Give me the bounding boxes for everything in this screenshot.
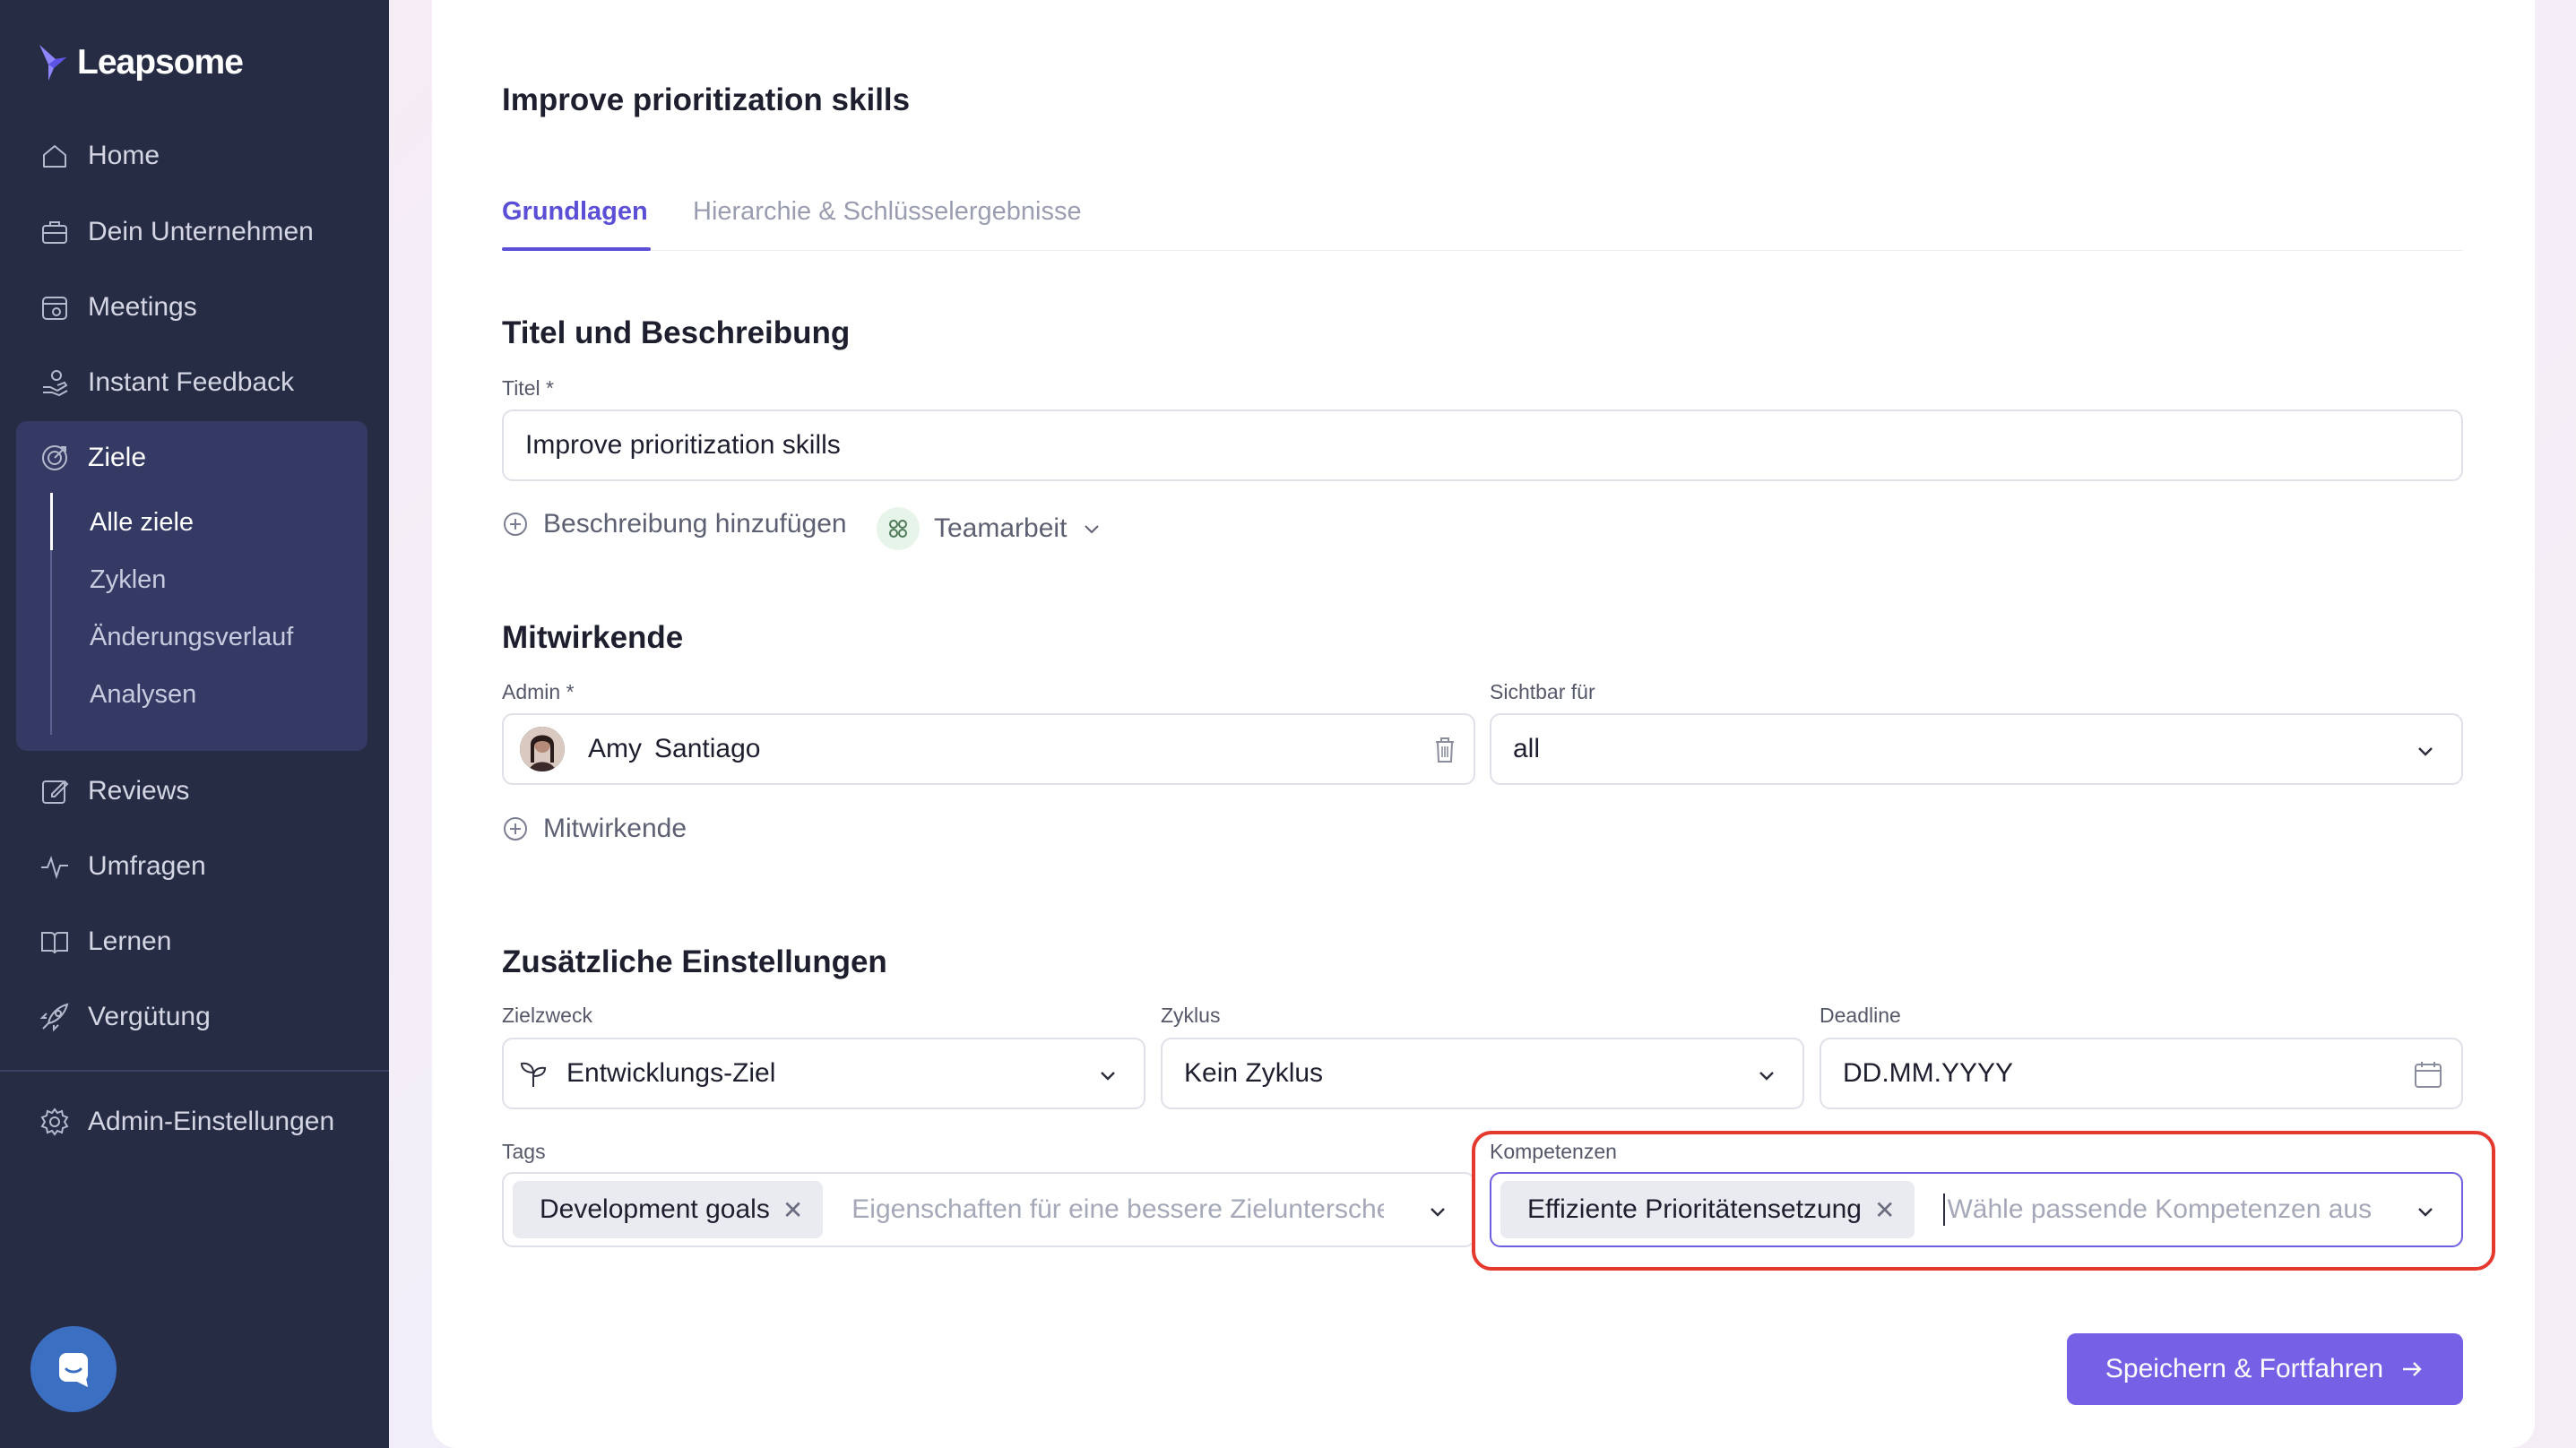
sidebar-item-company[interactable]: Dein Unternehmen — [39, 205, 314, 259]
submenu-active-marker — [50, 493, 53, 550]
add-description-label: Beschreibung hinzufügen — [543, 509, 847, 539]
target-icon — [42, 445, 67, 470]
sidebar-item-lernen[interactable]: Lernen — [39, 915, 171, 969]
meetings-icon — [42, 297, 67, 320]
section-title-extra-settings: Zusätzliche Einstellungen — [502, 944, 887, 979]
trash-icon[interactable] — [1431, 735, 1459, 765]
sidebar-item-label: Meetings — [88, 292, 197, 322]
feedback-hand-icon — [43, 370, 68, 397]
admin-input[interactable]: Amy Santiago — [502, 713, 1475, 785]
sidebar-item-label: Lernen — [88, 927, 172, 956]
section-title-contributors: Mitwirkende — [502, 620, 684, 655]
section-title-description: Titel und Beschreibung — [502, 315, 851, 350]
save-button-label: Speichern & Fortfahren — [2105, 1354, 2384, 1383]
add-description-link[interactable]: Beschreibung hinzufügen — [502, 509, 847, 539]
chevron-down-icon — [2418, 747, 2433, 756]
deadline-placeholder: DD.MM.YYYY — [1843, 1058, 2014, 1088]
title-input-value: Improve prioritization skills — [525, 430, 841, 460]
home-icon — [43, 145, 66, 168]
deadline-label: Deadline — [1820, 1004, 1901, 1027]
book-icon — [41, 932, 68, 954]
sidebar-item-label: Ziele — [88, 443, 147, 472]
sidebar-item-instant-feedback[interactable]: Instant Feedback — [39, 356, 294, 409]
save-continue-button[interactable]: Speichern & Fortfahren — [2067, 1333, 2463, 1405]
close-icon[interactable]: ✕ — [782, 1195, 803, 1225]
rocket-icon — [39, 1003, 69, 1032]
sidebar-item-label: Admin-Einstellungen — [88, 1107, 335, 1136]
tags-label: Tags — [502, 1140, 546, 1163]
sidebar-subitem-alle-ziele[interactable]: Alle ziele — [90, 500, 194, 545]
chevron-down-icon — [1759, 1072, 1774, 1081]
sidebar: Leapsome Home Dein Unternehmen Meetings … — [0, 0, 389, 1448]
visible-for-select[interactable]: all — [1490, 713, 2463, 785]
category-value: Teamarbeit — [934, 513, 1068, 543]
tab-grundlagen[interactable]: Grundlagen — [502, 197, 648, 227]
title-input[interactable]: Improve prioritization skills — [502, 409, 2463, 481]
sprout-icon — [520, 1062, 547, 1087]
edit-icon — [42, 780, 69, 804]
visible-for-label: Sichtbar für — [1490, 680, 1595, 703]
chat-support-button[interactable] — [30, 1326, 117, 1412]
teamwork-icon — [877, 507, 920, 550]
sidebar-item-verguetung[interactable]: Vergütung — [39, 990, 211, 1044]
tags-placeholder: Eigenschaften für eine bessere Zielunter… — [851, 1194, 1385, 1224]
sidebar-item-umfragen[interactable]: Umfragen — [39, 840, 206, 893]
chat-icon — [59, 1353, 88, 1387]
purpose-value: Entwicklungs-Ziel — [566, 1058, 776, 1088]
chevron-down-icon — [1085, 525, 1100, 534]
sidebar-item-home[interactable]: Home — [39, 129, 160, 183]
add-contributor-label: Mitwirkende — [543, 814, 687, 843]
gear-icon — [40, 1108, 69, 1136]
sidebar-subitem-aenderungsverlauf[interactable]: Änderungsverlauf — [90, 615, 293, 659]
tag-chip: Development goals ✕ — [513, 1181, 824, 1238]
leapsome-bird-icon — [39, 45, 66, 81]
active-tab-indicator — [502, 247, 651, 251]
calendar-icon[interactable] — [2413, 1059, 2443, 1090]
plus-circle-icon — [504, 513, 527, 536]
competencies-highlight-frame — [1472, 1131, 2495, 1271]
category-dropdown[interactable]: Teamarbeit — [877, 507, 1102, 550]
brand-name: Leapsome — [77, 43, 244, 82]
sidebar-item-label: Home — [88, 141, 160, 170]
cycle-select[interactable]: Kein Zyklus — [1161, 1038, 1804, 1109]
sidebar-item-admin-settings[interactable]: Admin-Einstellungen — [39, 1095, 334, 1149]
purpose-label: Zielzweck — [502, 1004, 592, 1027]
sidebar-item-reviews[interactable]: Reviews — [39, 764, 189, 818]
admin-first-name: Amy — [588, 734, 642, 763]
tag-chip-label: Development goals — [540, 1194, 770, 1224]
page-title: Improve prioritization skills — [502, 82, 911, 117]
chevron-down-icon — [1101, 1072, 1115, 1081]
sidebar-subitem-zyklen[interactable]: Zyklen — [90, 557, 166, 602]
visible-for-value: all — [1513, 734, 1541, 763]
cycle-label: Zyklus — [1161, 1004, 1221, 1027]
sidebar-item-label: Reviews — [88, 776, 190, 806]
sidebar-item-label: Dein Unternehmen — [88, 217, 314, 246]
chevron-down-icon — [1431, 1208, 1445, 1217]
pulse-icon — [41, 855, 68, 880]
cycle-value: Kein Zyklus — [1184, 1058, 1324, 1088]
sidebar-item-meetings[interactable]: Meetings — [39, 280, 197, 334]
deadline-input[interactable]: DD.MM.YYYY — [1820, 1038, 2463, 1109]
sidebar-item-label: Instant Feedback — [88, 367, 295, 397]
admin-last-name: Santiago — [654, 734, 761, 763]
avatar — [520, 727, 565, 771]
arrow-right-icon — [2403, 1362, 2422, 1376]
brand-logo[interactable]: Leapsome — [36, 36, 244, 90]
add-contributor-link[interactable]: Mitwirkende — [502, 814, 687, 844]
tags-input[interactable]: Development goals ✕ Eigenschaften für ei… — [502, 1172, 1475, 1247]
sidebar-item-ziele[interactable]: Ziele — [39, 431, 146, 485]
sidebar-item-label: Umfragen — [88, 851, 206, 881]
tabs-divider — [502, 250, 2463, 251]
sidebar-divider — [0, 1070, 389, 1072]
sidebar-subitem-analysen[interactable]: Analysen — [90, 672, 196, 717]
title-field-label: Titel * — [502, 376, 554, 400]
tab-hierarchie[interactable]: Hierarchie & Schlüsselergebnisse — [693, 197, 1082, 227]
purpose-select[interactable]: Entwicklungs-Ziel — [502, 1038, 1145, 1109]
briefcase-icon — [42, 221, 67, 244]
admin-field-label: Admin * — [502, 680, 575, 703]
sidebar-item-label: Vergütung — [88, 1002, 211, 1031]
plus-circle-icon — [504, 817, 527, 840]
